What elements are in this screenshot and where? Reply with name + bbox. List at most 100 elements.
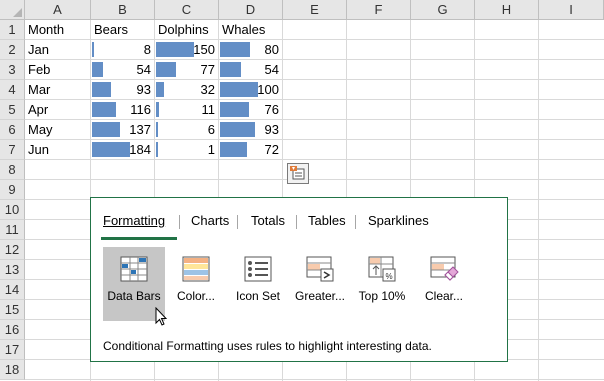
bears-cell[interactable]: 93 (91, 80, 155, 100)
row-header-1[interactable]: 1 (0, 20, 25, 40)
cell-value: 137 (129, 122, 151, 137)
quick-analysis-icon (290, 166, 305, 180)
cell-value: 1 (207, 142, 215, 157)
header-cell[interactable]: Whales (219, 20, 283, 40)
data-bar (156, 82, 164, 97)
row-header-15[interactable]: 15 (0, 300, 25, 320)
row-header-5[interactable]: 5 (0, 100, 25, 120)
greater-than-option[interactable]: Greater... (289, 247, 351, 321)
column-header-e[interactable]: E (283, 0, 347, 20)
row-header-10[interactable]: 10 (0, 200, 25, 220)
bears-cell[interactable]: 184 (91, 140, 155, 160)
bears-cell[interactable]: 54 (91, 60, 155, 80)
row-header-12[interactable]: 12 (0, 240, 25, 260)
bears-cell[interactable]: 137 (91, 120, 155, 140)
cell-value: 116 (130, 102, 151, 117)
column-header-h[interactable]: H (475, 0, 539, 20)
cell-value: 54 (264, 62, 279, 77)
dolphins-cell[interactable]: 150 (155, 40, 219, 60)
column-header-b[interactable]: B (91, 0, 155, 20)
month-cell[interactable]: May (25, 120, 91, 140)
row-header-14[interactable]: 14 (0, 280, 25, 300)
cell-value: Feb (28, 62, 51, 77)
cell-value: 72 (264, 142, 279, 157)
column-header-f[interactable]: F (347, 0, 411, 20)
cell-value: 8 (143, 42, 151, 57)
cell-value: Month (28, 22, 65, 37)
dolphins-cell[interactable]: 1 (155, 140, 219, 160)
tab-totals[interactable]: Totals (251, 213, 285, 228)
bears-cell[interactable]: 8 (91, 40, 155, 60)
tab-sparklines[interactable]: Sparklines (368, 213, 429, 228)
data-bar (156, 42, 194, 57)
cell-value: 11 (201, 102, 216, 117)
whales-cell[interactable]: 72 (219, 140, 283, 160)
icon-set-option[interactable]: Icon Set (227, 247, 289, 321)
cell-value: 76 (264, 102, 279, 117)
whales-cell[interactable]: 76 (219, 100, 283, 120)
cell-value: 80 (264, 42, 279, 57)
header-cell[interactable]: Dolphins (155, 20, 219, 40)
row-header-8[interactable]: 8 (0, 160, 25, 180)
whales-cell[interactable]: 93 (219, 120, 283, 140)
data-bar (156, 142, 158, 157)
row-header-4[interactable]: 4 (0, 80, 25, 100)
icon-set-icon (244, 256, 272, 282)
data-bar (92, 42, 94, 57)
top-ten-option[interactable]: % Top 10% (351, 247, 413, 321)
color-scale-option[interactable]: Color... (165, 247, 227, 321)
column-header-i[interactable]: I (539, 0, 604, 20)
row-header-16[interactable]: 16 (0, 320, 25, 340)
column-header-c[interactable]: C (155, 0, 219, 20)
dolphins-cell[interactable]: 6 (155, 120, 219, 140)
tab-charts[interactable]: Charts (191, 213, 229, 228)
dolphins-cell[interactable]: 77 (155, 60, 219, 80)
row-header-7[interactable]: 7 (0, 140, 25, 160)
tab-tables[interactable]: Tables (308, 213, 346, 228)
top-ten-icon: % (368, 256, 396, 282)
data-bar (220, 102, 249, 117)
month-cell[interactable]: Jun (25, 140, 91, 160)
header-cell[interactable]: Bears (91, 20, 155, 40)
select-all-corner[interactable] (0, 0, 25, 20)
cell-value: Jun (28, 142, 49, 157)
data-bar (220, 122, 255, 137)
icon-set-label: Icon Set (235, 289, 281, 303)
quick-analysis-button[interactable] (287, 163, 309, 184)
row-header-13[interactable]: 13 (0, 260, 25, 280)
svg-text:%: % (385, 272, 392, 281)
row-header-11[interactable]: 11 (0, 220, 25, 240)
header-cell[interactable]: Month (25, 20, 91, 40)
column-header-g[interactable]: G (411, 0, 475, 20)
mouse-cursor-icon (155, 307, 168, 326)
whales-cell[interactable]: 80 (219, 40, 283, 60)
data-bar (92, 82, 111, 97)
tab-separator (296, 215, 297, 229)
whales-cell[interactable]: 100 (219, 80, 283, 100)
tab-formatting[interactable]: Formatting (103, 213, 165, 228)
row-header-17[interactable]: 17 (0, 340, 25, 360)
quick-analysis-popup: Formatting Charts Totals Tables Sparklin… (90, 197, 508, 362)
active-tab-indicator (101, 237, 177, 240)
tab-separator (355, 215, 356, 229)
column-header-a[interactable]: A (25, 0, 91, 20)
row-header-6[interactable]: 6 (0, 120, 25, 140)
cell-value: 184 (129, 142, 151, 157)
row-header-2[interactable]: 2 (0, 40, 25, 60)
month-cell[interactable]: Jan (25, 40, 91, 60)
month-cell[interactable]: Apr (25, 100, 91, 120)
row-header-18[interactable]: 18 (0, 360, 25, 380)
cell-value: May (28, 122, 53, 137)
month-cell[interactable]: Feb (25, 60, 91, 80)
dolphins-cell[interactable]: 32 (155, 80, 219, 100)
whales-cell[interactable]: 54 (219, 60, 283, 80)
row-header-3[interactable]: 3 (0, 60, 25, 80)
row-header-9[interactable]: 9 (0, 180, 25, 200)
month-cell[interactable]: Mar (25, 80, 91, 100)
dolphins-cell[interactable]: 11 (155, 100, 219, 120)
column-header-d[interactable]: D (219, 0, 283, 20)
cell-value: 150 (193, 42, 215, 57)
bears-cell[interactable]: 116 (91, 100, 155, 120)
clear-format-option[interactable]: Clear... (413, 247, 475, 321)
cell-value: 54 (136, 62, 151, 77)
